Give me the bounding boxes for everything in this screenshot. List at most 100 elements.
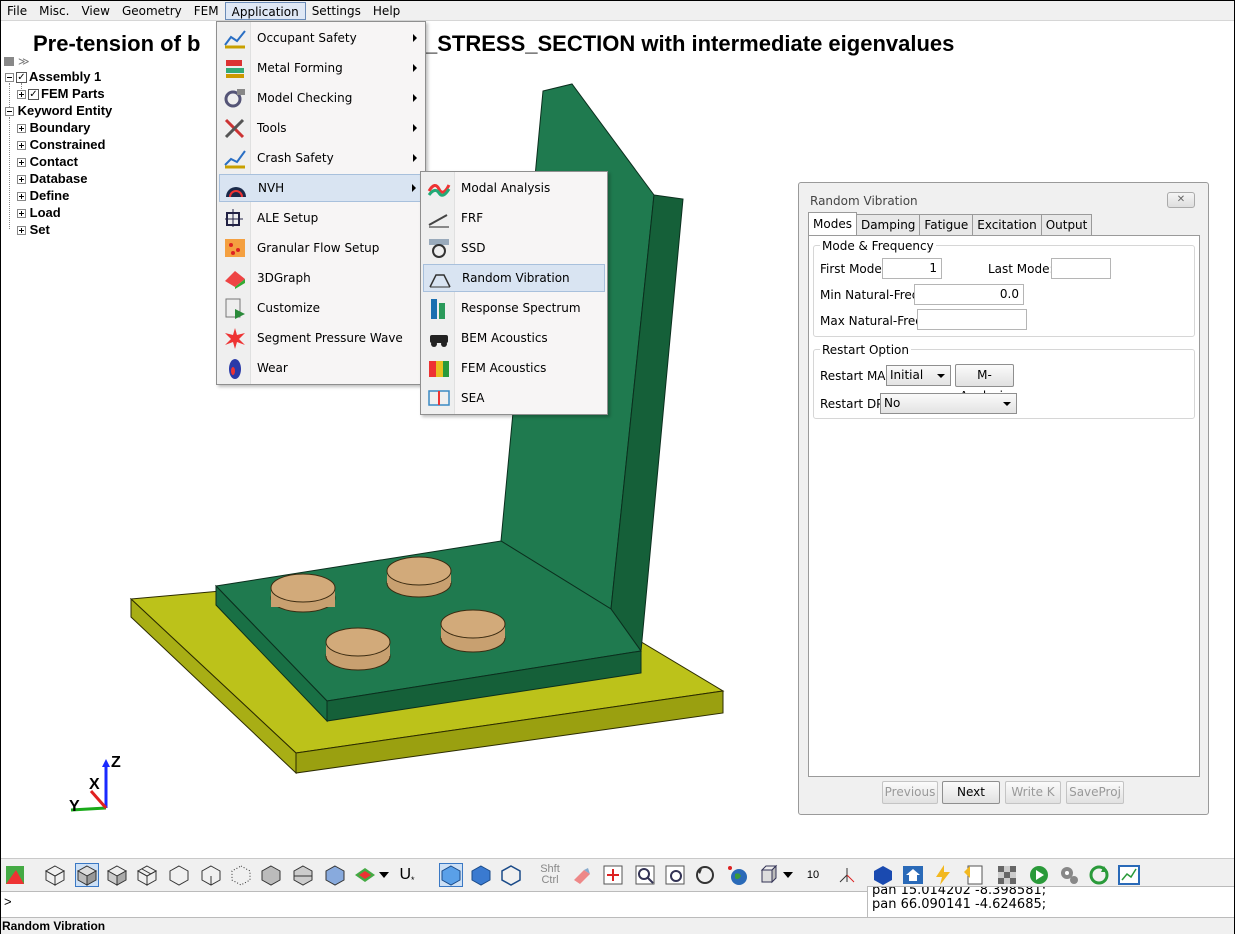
menu-item-response-spectrum[interactable]: Response Spectrum (423, 294, 605, 322)
shaded-cube-icon[interactable] (75, 863, 99, 887)
tree-collapse-icon[interactable] (4, 57, 14, 66)
menu-geometry[interactable]: Geometry (116, 2, 188, 20)
save-proj-button[interactable]: SaveProj (1066, 781, 1124, 804)
element-mesh-icon[interactable] (291, 863, 315, 887)
solid-mesh-icon[interactable] (259, 863, 283, 887)
expand-toggle[interactable] (17, 124, 26, 134)
menu-item-metal-forming[interactable]: Metal Forming (219, 54, 423, 82)
model-viewport[interactable] (121, 61, 741, 781)
tab-output[interactable]: Output (1040, 214, 1093, 235)
point-cloud-icon[interactable] (229, 863, 253, 887)
menu-settings[interactable]: Settings (306, 2, 367, 20)
u-label[interactable]: U * (395, 863, 419, 887)
tree-node-database[interactable]: Database (17, 170, 87, 187)
tab-damping[interactable]: Damping (855, 214, 921, 235)
menu-item-ssd[interactable]: SSD (423, 234, 605, 262)
menu-help[interactable]: Help (367, 2, 406, 20)
restart-ma-select[interactable]: Initial (886, 365, 951, 386)
tree-node-load[interactable]: Load (17, 204, 61, 221)
mesh-cube-icon[interactable] (135, 863, 159, 887)
center-icon[interactable] (601, 863, 625, 887)
menu-item-3dgraph[interactable]: 3DGraph (219, 264, 423, 292)
menu-item-modal-analysis[interactable]: Modal Analysis (423, 174, 605, 202)
menu-item-model-checking[interactable]: Model Checking (219, 84, 423, 112)
command-line[interactable]: > (1, 891, 867, 917)
expand-toggle[interactable] (17, 175, 26, 185)
last-mode-field[interactable] (1051, 258, 1111, 279)
shift-ctrl-label[interactable]: Shft Ctrl (535, 863, 565, 887)
transparent-cube-icon[interactable] (499, 863, 523, 887)
wireframe-cube-icon[interactable] (43, 863, 67, 887)
chevron-down-icon[interactable] (781, 863, 795, 887)
expand-toggle[interactable] (17, 158, 26, 168)
expand-toggle[interactable] (17, 141, 26, 151)
close-icon[interactable]: ✕ (1167, 192, 1195, 208)
m-analysis-button[interactable]: M-Analysis (955, 364, 1014, 403)
tree-node-constrained[interactable]: Constrained (17, 136, 105, 153)
checkbox-checked-icon[interactable]: ✓ (16, 72, 27, 84)
expand-toggle[interactable] (17, 192, 26, 202)
report-icon[interactable] (961, 863, 985, 887)
menu-item-crash-safety[interactable]: Crash Safety (219, 144, 423, 172)
recycle-icon[interactable] (1087, 863, 1111, 887)
max-freq-field[interactable] (917, 309, 1027, 330)
hidden-line-cube-icon[interactable] (105, 863, 129, 887)
menu-item-nvh[interactable]: NVH (219, 174, 423, 202)
menu-application[interactable]: Application (224, 1, 306, 20)
tab-excitation[interactable]: Excitation (972, 214, 1042, 235)
menu-item-segment-pressure-wave[interactable]: Segment Pressure Wave (219, 324, 423, 352)
menu-item-occupant-safety[interactable]: Occupant Safety (219, 24, 423, 52)
tree-expand-icon[interactable]: ≫ (18, 55, 30, 68)
menu-fem[interactable]: FEM (188, 2, 225, 20)
menu-item-customize[interactable]: Customize (219, 294, 423, 322)
home-icon[interactable] (901, 863, 925, 887)
zoom-window-icon[interactable] (663, 863, 687, 887)
contour-icon[interactable] (3, 863, 27, 887)
rotate-icon[interactable] (693, 863, 717, 887)
menu-view[interactable]: View (75, 2, 115, 20)
menu-item-wear[interactable]: Wear (219, 354, 423, 382)
menu-item-sea[interactable]: SEA (423, 384, 605, 412)
outline-cube-icon[interactable] (167, 863, 191, 887)
edge-cube-icon[interactable] (199, 863, 223, 887)
expand-toggle[interactable] (17, 209, 26, 219)
eraser-icon[interactable] (569, 863, 593, 887)
tree-node-contact[interactable]: Contact (17, 153, 78, 170)
tree-node-set[interactable]: Set (17, 221, 50, 238)
tab-fatigue[interactable]: Fatigue (919, 214, 974, 235)
previous-button[interactable]: Previous (882, 781, 938, 804)
zoom-step-value[interactable]: 10 (801, 863, 825, 887)
blue-cube-icon[interactable] (439, 863, 463, 887)
write-k-button[interactable]: Write K (1005, 781, 1061, 804)
tree-node-keyword-entity[interactable]: Keyword Entity (5, 102, 112, 119)
tab-modes[interactable]: Modes (808, 212, 857, 235)
view-cube-icon[interactable] (755, 863, 779, 887)
next-button[interactable]: Next (942, 781, 1000, 804)
chevron-down-icon[interactable] (377, 863, 391, 887)
gear-icon[interactable] (1057, 863, 1081, 887)
restart-dp-select[interactable]: No (880, 393, 1017, 414)
solid-blue-cube-icon[interactable] (469, 863, 493, 887)
menu-file[interactable]: File (1, 2, 33, 20)
zoom-icon[interactable] (633, 863, 657, 887)
menu-item-fem-acoustics[interactable]: FEM Acoustics (423, 354, 605, 382)
play-icon[interactable] (1027, 863, 1051, 887)
fringe-cube-icon[interactable] (323, 863, 347, 887)
menu-item-ale-setup[interactable]: ALE Setup (219, 204, 423, 232)
tree-node-define[interactable]: Define (17, 187, 69, 204)
checkbox-checked-icon[interactable]: ✓ (28, 89, 39, 101)
chart-icon[interactable] (1117, 863, 1141, 887)
first-mode-field[interactable]: 1 (882, 258, 942, 279)
expand-toggle[interactable] (17, 226, 26, 236)
collapse-toggle[interactable] (5, 107, 14, 117)
menu-item-bem-acoustics[interactable]: BEM Acoustics (423, 324, 605, 352)
menu-item-tools[interactable]: Tools (219, 114, 423, 142)
fringe-color-icon[interactable] (353, 863, 377, 887)
menu-item-granular-flow[interactable]: Granular Flow Setup (219, 234, 423, 262)
menu-item-frf[interactable]: FRF (423, 204, 605, 232)
tree-node-assembly[interactable]: ✓ Assembly 1 (5, 68, 101, 85)
expand-toggle[interactable] (17, 90, 26, 100)
globe-icon[interactable] (725, 863, 749, 887)
min-freq-field[interactable]: 0.0 (914, 284, 1024, 305)
tree-node-fem-parts[interactable]: ✓ FEM Parts (17, 85, 105, 102)
